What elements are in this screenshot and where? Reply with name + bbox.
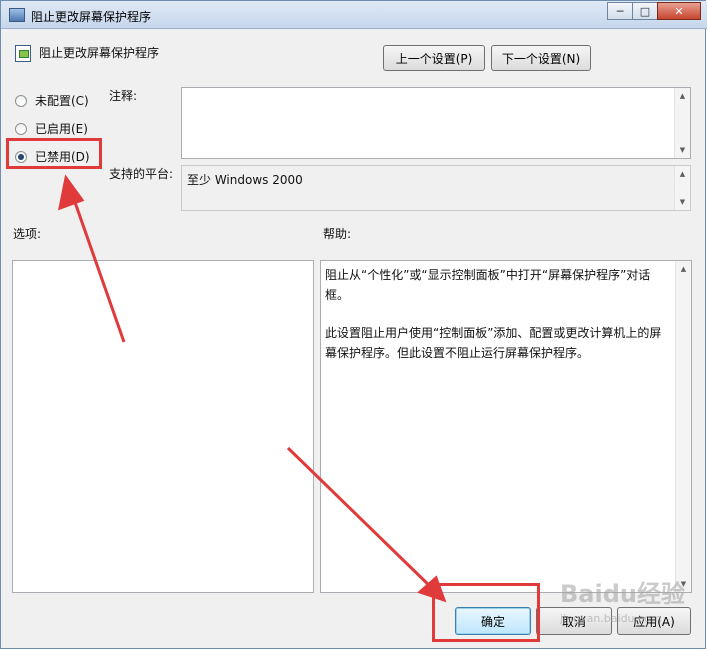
arrow-to-disabled-head	[58, 174, 85, 211]
arrow-to-ok-line	[286, 446, 438, 594]
arrow-to-disabled-line	[68, 187, 126, 343]
watermark-url: jingyan.baidu.com	[560, 612, 662, 625]
annotation-arrows	[58, 174, 447, 603]
watermark-logo: Baidu经验	[560, 580, 685, 608]
